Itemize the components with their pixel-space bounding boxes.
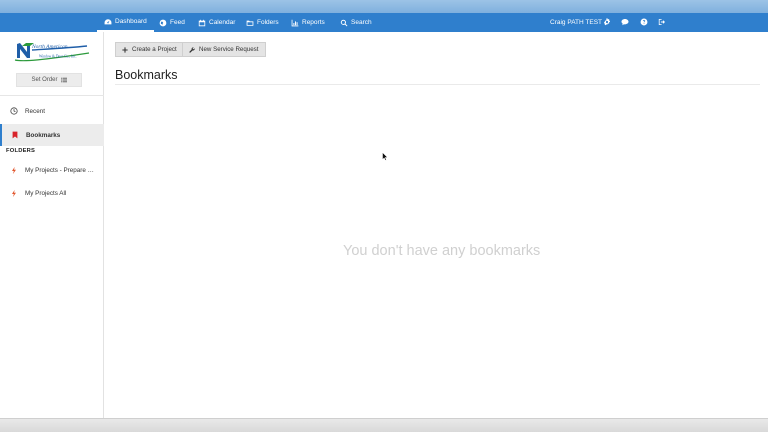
folder-item-prepare-orders[interactable]: My Projects - Prepare Orders <box>0 159 104 181</box>
sidebar-item-label: Bookmarks <box>26 131 61 139</box>
empty-state-message: You don't have any bookmarks <box>343 243 541 259</box>
user-menu[interactable]: Craig PATH TEST <box>550 13 602 32</box>
settings-button[interactable] <box>602 17 612 27</box>
browser-top-strip <box>0 0 768 13</box>
nav-reports[interactable]: Reports <box>291 13 325 32</box>
nav-label: Dashboard <box>115 18 147 25</box>
nav-label: Search <box>351 19 372 26</box>
wrench-icon <box>189 46 195 53</box>
logout-icon <box>658 18 666 26</box>
folders-heading: FOLDERS <box>6 148 36 154</box>
globe-icon <box>159 19 167 26</box>
clock-icon <box>9 107 18 116</box>
lightning-icon <box>9 166 18 175</box>
top-navbar: Dashboard Feed Calendar Folders Reports … <box>0 13 768 32</box>
folder-item-label: My Projects - Prepare Orders <box>25 166 97 174</box>
nav-label: Folders <box>257 19 279 26</box>
user-name: Craig PATH TEST <box>550 19 603 26</box>
title-divider <box>115 84 760 85</box>
nav-label: Calendar <box>209 19 236 26</box>
folder-icon <box>246 20 254 26</box>
new-service-request-label: New Service Request <box>199 46 259 53</box>
set-order-label: Set Order <box>31 77 58 83</box>
company-logo: North American Window & Door Co., Inc. <box>14 43 90 62</box>
calendar-icon <box>198 19 206 26</box>
dashboard-icon <box>104 18 112 24</box>
sidebar-item-label: Recent <box>25 107 45 115</box>
nav-label: Reports <box>302 19 325 26</box>
create-project-label: Create a Project <box>132 46 177 53</box>
sidebar-item-recent[interactable]: Recent <box>0 100 104 122</box>
new-service-request-button[interactable]: New Service Request <box>182 42 266 57</box>
help-button[interactable] <box>639 17 649 27</box>
mouse-cursor-icon <box>382 152 388 161</box>
nav-dashboard[interactable]: Dashboard <box>97 13 154 32</box>
nav-feed[interactable]: Feed <box>159 13 185 32</box>
list-icon <box>60 77 67 83</box>
nav-search[interactable]: Search <box>340 13 372 32</box>
lightning-icon <box>9 189 18 198</box>
help-icon <box>640 18 648 26</box>
chat-icon <box>621 18 629 26</box>
sidebar-item-bookmarks[interactable]: Bookmarks <box>0 124 104 146</box>
sidebar-divider <box>0 95 104 96</box>
plus-icon <box>122 46 128 53</box>
create-project-button[interactable]: Create a Project <box>115 42 184 57</box>
nav-folders[interactable]: Folders <box>246 13 279 32</box>
chat-button[interactable] <box>620 17 630 27</box>
folder-item-label: My Projects All <box>25 189 67 197</box>
logout-button[interactable] <box>657 17 667 27</box>
gear-icon <box>604 18 610 26</box>
sidebar: North American Window & Door Co., Inc. S… <box>0 32 104 418</box>
bar-chart-icon <box>291 19 299 26</box>
folder-item-projects-all[interactable]: My Projects All <box>0 182 104 204</box>
set-order-button[interactable]: Set Order <box>16 73 82 87</box>
page-title: Bookmarks <box>115 68 178 82</box>
nav-label: Feed <box>170 19 185 26</box>
bookmark-icon <box>10 131 19 140</box>
nav-calendar[interactable]: Calendar <box>198 13 235 32</box>
browser-bottom-bar <box>0 418 768 432</box>
search-icon <box>340 19 348 26</box>
